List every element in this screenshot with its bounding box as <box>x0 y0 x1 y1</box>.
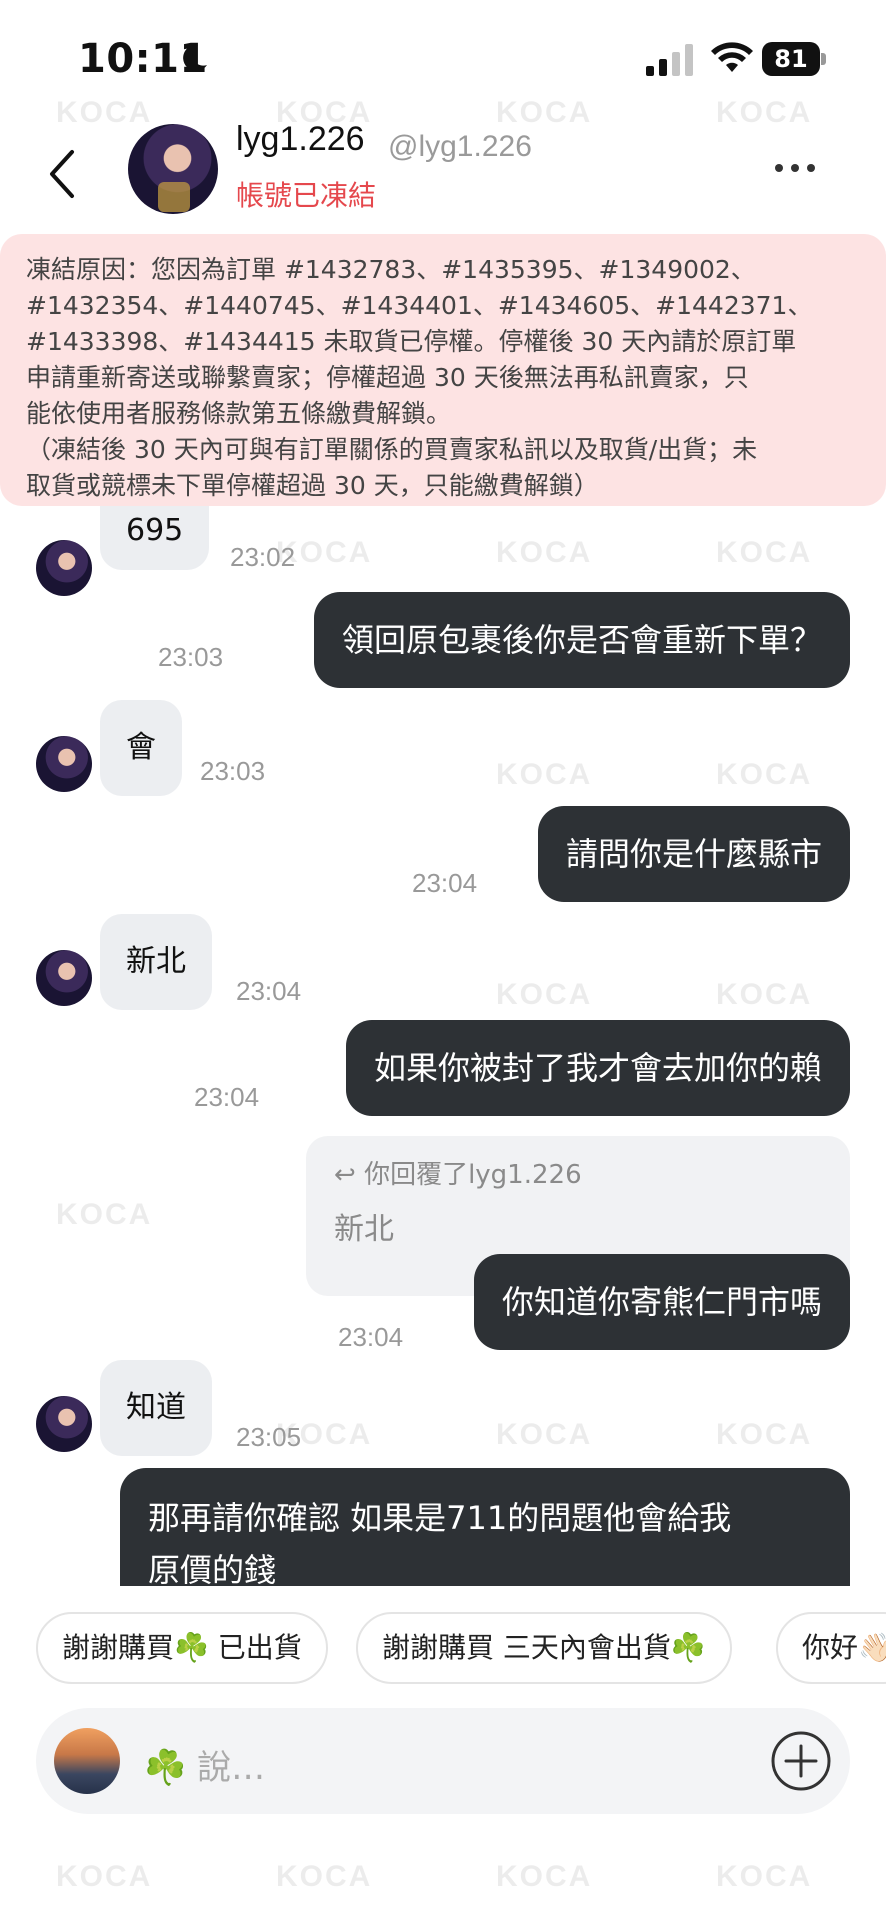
message-bubble[interactable]: 你知道你寄熊仁門市嗎 <box>473 1254 850 1350</box>
message-time: 23:05 <box>236 1422 302 1452</box>
message-time: 23:04 <box>338 1322 404 1352</box>
message-bubble[interactable]: 會 <box>100 700 182 796</box>
add-attachment-icon[interactable] <box>770 1730 832 1792</box>
reply-to-label: 你回覆了lyg1.226 <box>364 1160 582 1190</box>
chat-header: lyg1.226 @lyg1.226 帳號已凍結 <box>0 110 886 230</box>
message-input[interactable]: ☘️ 說… <box>144 1740 265 1789</box>
quoted-text: 新北 <box>334 1212 394 1247</box>
reply-icon: ↩ <box>334 1160 365 1190</box>
message-text-line: 那再請你確認 如果是711的問題他會給我 <box>148 1499 732 1537</box>
message-time: 23:04 <box>236 976 302 1006</box>
message-time: 23:02 <box>230 542 296 572</box>
notice-text: 凍結原因：您因為訂單 #1432783、#1435395、#1349002、 <box>26 255 756 284</box>
message-bubble[interactable]: 那再請你確認 如果是711的問題他會給我 原價的錢 <box>120 1468 850 1586</box>
notice-text: 申請重新寄送或聯繫賣家；停權超過 30 天後無法再私訊賣家，只 <box>26 363 749 392</box>
contact-handle: @lyg1.226 <box>388 130 532 163</box>
frozen-notice-banner: 凍結原因：您因為訂單 #1432783、#1435395、#1349002、 #… <box>0 234 886 506</box>
watermark: KOCA <box>276 1860 373 1893</box>
watermark: KOCA <box>496 1860 593 1893</box>
sender-avatar[interactable] <box>36 540 92 596</box>
notice-text: #1433398、#1434415 未取貨已停權。停權後 30 天內請於原訂單 <box>26 327 797 356</box>
input-placeholder: 說… <box>197 1748 266 1788</box>
sender-avatar[interactable] <box>36 950 92 1006</box>
message-time: 23:04 <box>412 868 478 898</box>
message-bubble[interactable]: 新北 <box>100 914 212 1010</box>
notice-text: #1432354、#1440745、#1434401、#1434605、#144… <box>26 291 813 320</box>
message-time: 23:03 <box>158 642 224 672</box>
reply-header: ↩ 你回覆了lyg1.226 <box>334 1154 582 1191</box>
cellular-signal-icon <box>646 44 693 76</box>
message-bubble[interactable]: 領回原包裹後你是否會重新下單？ <box>313 592 850 688</box>
account-frozen-status: 帳號已凍結 <box>236 179 377 212</box>
sender-avatar[interactable] <box>36 1396 92 1452</box>
contact-username[interactable]: lyg1.226 <box>236 120 365 159</box>
message-text-line: 原價的錢 <box>148 1551 277 1586</box>
message-time: 23:03 <box>200 756 266 786</box>
my-avatar[interactable] <box>54 1728 120 1794</box>
quick-replies: 謝謝購買☘️ 已出貨 謝謝購買 三天內會出貨☘️ 你好👋🏻 <box>0 1612 886 1688</box>
contact-avatar[interactable] <box>128 124 218 214</box>
message-bubble[interactable]: 如果你被封了我才會去加你的賴 <box>345 1020 850 1116</box>
battery-level: 81 <box>762 42 820 76</box>
quick-reply-chip[interactable]: 你好👋🏻 <box>776 1612 886 1684</box>
battery-icon: 81 <box>762 42 826 76</box>
wifi-icon <box>711 42 753 72</box>
notice-text: 能依使用者服務條款第五條繳費解鎖。 <box>26 399 452 428</box>
message-time: 23:04 <box>194 1082 260 1112</box>
notice-text: （凍結後 30 天內可與有訂單關係的買賣家私訊以及取貨/出貨；未 <box>26 435 758 464</box>
clover-emoji: ☘️ <box>144 1748 187 1788</box>
watermark: KOCA <box>716 1860 813 1893</box>
more-options-icon[interactable] <box>772 160 818 176</box>
message-input-bar: ☘️ 說… <box>36 1708 850 1814</box>
watermark: KOCA <box>56 1860 153 1893</box>
message-bubble[interactable]: 知道 <box>100 1360 212 1456</box>
sender-avatar[interactable] <box>36 736 92 792</box>
quick-reply-chip[interactable]: 謝謝購買 三天內會出貨☘️ <box>356 1612 732 1684</box>
quick-reply-chip[interactable]: 謝謝購買☘️ 已出貨 <box>36 1612 328 1684</box>
notice-text: 取貨或競標未下單停權超過 30 天，只能繳費解鎖） <box>26 471 599 500</box>
back-arrow-icon[interactable] <box>44 148 84 200</box>
moon-icon <box>183 44 207 71</box>
message-bubble[interactable]: 695 <box>100 506 210 570</box>
status-bar: 10:11 81 <box>0 0 886 110</box>
message-list[interactable]: 695 23:02 23:03 領回原包裹後你是否會重新下單？ 會 23:03 … <box>0 506 886 1586</box>
message-bubble[interactable]: 請問你是什麼縣市 <box>537 806 850 902</box>
